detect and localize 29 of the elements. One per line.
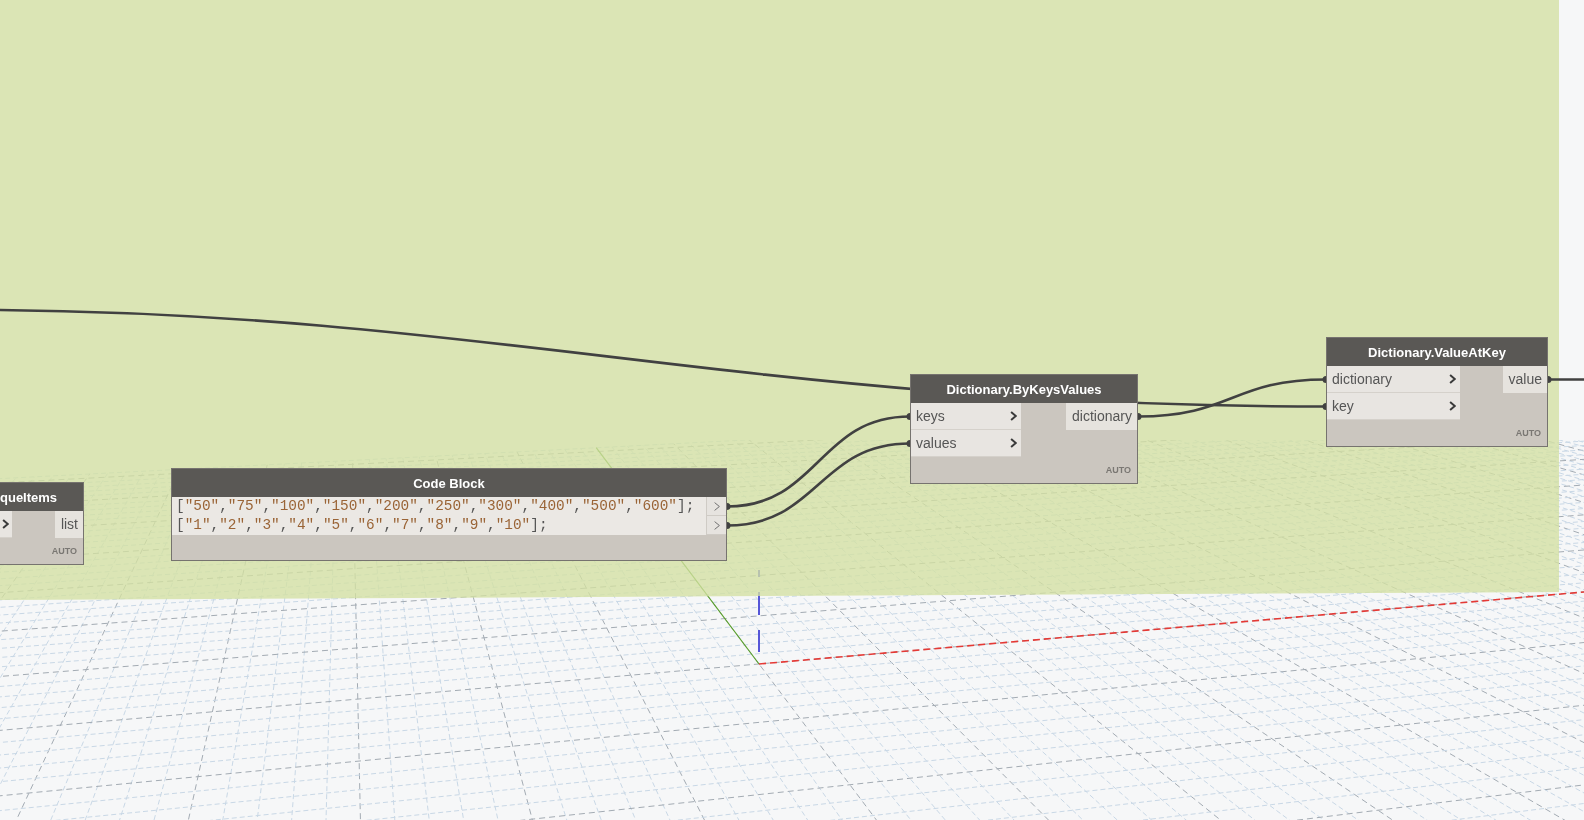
lacing-label: AUTO bbox=[51, 546, 77, 556]
lacing-label: AUTO bbox=[1105, 465, 1131, 475]
output-port[interactable] bbox=[706, 516, 726, 535]
graph-node[interactable]: Dictionary.ValueAtKey dictionary key value AUTO bbox=[1326, 337, 1548, 447]
node-header: Dictionary.ValueAtKey bbox=[1327, 338, 1547, 366]
chevron-icon bbox=[2, 519, 9, 529]
node-header: Dictionary.ByKeysValues bbox=[911, 375, 1137, 403]
graph-node[interactable]: Dictionary.ByKeysValues keys values dictionary AUTO bbox=[910, 374, 1138, 484]
code-field[interactable]: ["50","75","100","150","200","250","300","400","500","600"]; ["1","2","3","4","5","6","7","8","9","10"]; bbox=[172, 497, 706, 535]
input-port[interactable]: dictionary bbox=[1327, 366, 1460, 393]
output-port[interactable]: list bbox=[54, 511, 83, 538]
input-port[interactable]: keys bbox=[911, 403, 1021, 430]
graph-node[interactable]: Code Block ["50","75","100","150","200","250","300","400","500","600"]; ["1","2","3","4","5","6","7","8","9","10"]; bbox=[171, 468, 727, 561]
node-header: queItems bbox=[0, 483, 83, 511]
chevron-icon bbox=[1010, 411, 1017, 421]
lacing-label: AUTO bbox=[1515, 428, 1541, 438]
chevron-icon bbox=[1010, 438, 1017, 448]
output-port[interactable]: dictionary bbox=[1066, 403, 1137, 430]
node-header: Code Block bbox=[172, 469, 726, 497]
graph-node[interactable]: queItems list AUTO bbox=[0, 482, 84, 565]
output-port[interactable]: value bbox=[1502, 366, 1547, 393]
output-port[interactable] bbox=[706, 497, 726, 516]
input-port[interactable] bbox=[0, 511, 12, 538]
input-port[interactable]: key bbox=[1327, 393, 1460, 420]
code-line: ["1","2","3","4","5","6","7","8","9","10"]; bbox=[176, 516, 549, 535]
input-port[interactable]: values bbox=[911, 430, 1021, 457]
code-line: ["50","75","100","150","200","250","300","400","500","600"]; bbox=[176, 497, 696, 516]
chevron-icon bbox=[1449, 401, 1456, 411]
chevron-icon bbox=[1449, 374, 1456, 384]
